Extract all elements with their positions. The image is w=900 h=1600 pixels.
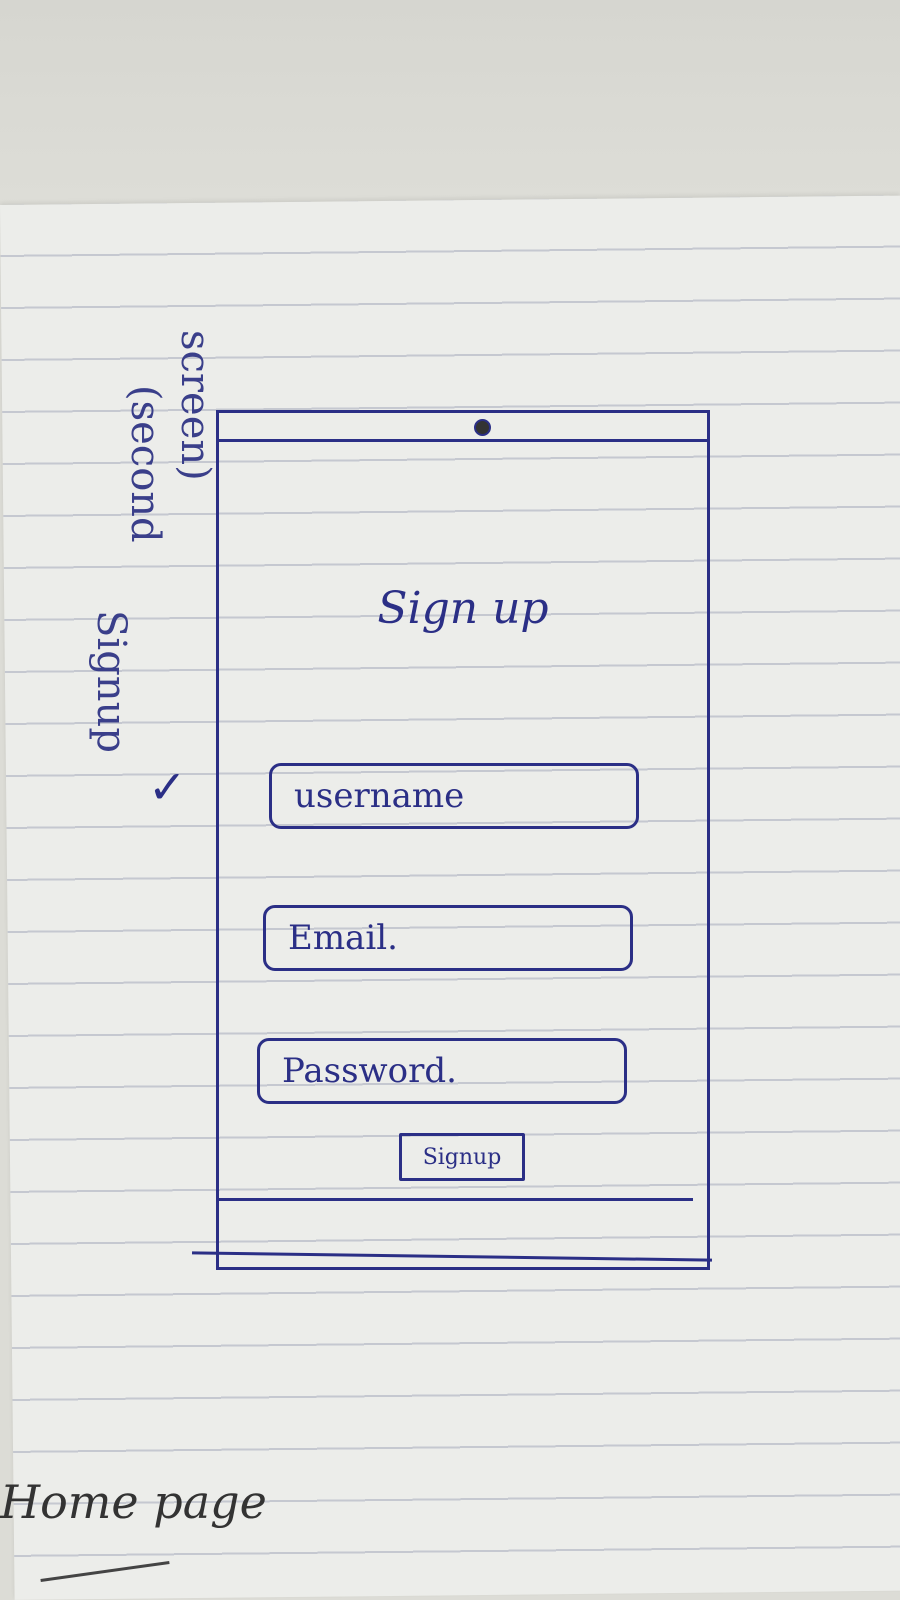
signup-button[interactable]: Signup — [399, 1133, 525, 1181]
check-mark-icon: ✓ — [148, 760, 187, 814]
home-page-note: Home page — [0, 1475, 267, 1529]
phone-frame: Sign up Signup — [216, 410, 710, 1270]
annotation-screen: screen) — [172, 330, 218, 481]
status-bar — [219, 439, 707, 442]
email-input[interactable] — [263, 905, 633, 971]
username-input[interactable] — [269, 763, 639, 829]
page-title: Sign up — [377, 583, 549, 634]
side-annotation: Signup (second screen) — [40, 330, 220, 800]
navigation-bar — [219, 1198, 693, 1201]
password-input[interactable] — [257, 1038, 627, 1104]
annotation-second: (second — [122, 385, 168, 543]
camera-icon — [474, 419, 491, 436]
notebook-back-page — [0, 0, 900, 225]
annotation-signup: Signup — [88, 610, 134, 753]
